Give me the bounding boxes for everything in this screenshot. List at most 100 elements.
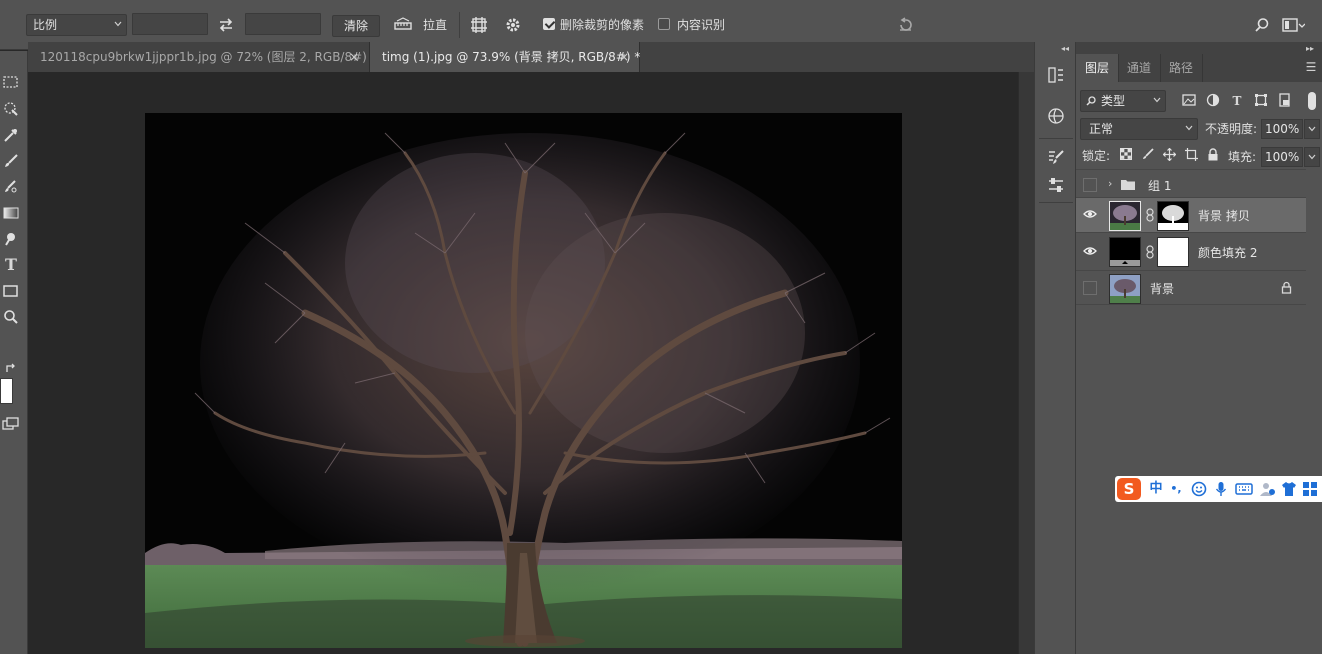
chevron-down-icon <box>1308 126 1316 132</box>
dodge-tool-icon[interactable] <box>0 228 22 250</box>
ime-mode-toggle[interactable]: 中 <box>1147 479 1165 499</box>
shirt-icon[interactable] <box>1281 479 1297 499</box>
zoom-tool-icon[interactable] <box>0 306 22 328</box>
divider <box>1039 138 1073 139</box>
tab-layers[interactable]: 图层 <box>1076 54 1120 82</box>
link-icon[interactable] <box>1146 208 1154 222</box>
screen-mode-icon[interactable] <box>0 413 22 435</box>
crop-ratio-label: 比例 <box>33 18 58 32</box>
crop-ratio-select[interactable]: 比例 <box>26 14 127 36</box>
collapse-arrows-icon[interactable]: ▸▸ <box>1306 44 1314 53</box>
visibility-toggle[interactable] <box>1083 178 1097 192</box>
pixel-filter-icon[interactable] <box>1181 93 1197 109</box>
layer-mask-thumbnail[interactable] <box>1157 237 1189 267</box>
type-tool-icon[interactable]: T <box>0 254 22 276</box>
filter-toggle-switch[interactable] <box>1308 92 1316 110</box>
keyboard-icon[interactable] <box>1235 479 1253 499</box>
clear-button[interactable]: 清除 <box>332 15 380 37</box>
close-icon[interactable]: × <box>619 42 629 72</box>
quick-selection-tool-icon[interactable] <box>0 98 22 120</box>
tab-title: 120118cpu9brkw1jjppr1b.jpg @ 72% (图层 2, … <box>40 50 377 64</box>
straighten-label[interactable]: 拉直 <box>423 17 447 33</box>
eyedropper-tool-icon[interactable] <box>0 124 22 146</box>
content-aware-label[interactable]: 内容识别 <box>677 17 725 33</box>
layer-row-background[interactable]: 背景 <box>1076 271 1306 305</box>
rectangle-tool-icon[interactable] <box>0 280 22 302</box>
tab-channels[interactable]: 通道 <box>1118 54 1162 82</box>
panel-header <box>1076 42 1322 54</box>
crop-height-input[interactable] <box>245 13 321 35</box>
history-icon[interactable] <box>1045 64 1067 86</box>
ime-toolbar: S 中 •, <box>1115 476 1322 502</box>
straighten-icon[interactable] <box>392 15 414 35</box>
blend-mode-select[interactable]: 正常 <box>1080 118 1198 140</box>
lock-icon[interactable] <box>1280 281 1292 295</box>
delete-cropped-pixels-label[interactable]: 删除裁剪的像素 <box>560 17 644 33</box>
brush-tool-icon[interactable] <box>0 150 22 172</box>
opacity-input[interactable]: 100% <box>1261 119 1303 139</box>
shape-filter-icon[interactable] <box>1253 93 1269 109</box>
grid-overlay-icon[interactable] <box>469 15 489 35</box>
layers-list: › 组 1 背景 拷贝 颜色填充 2 背景 <box>1076 172 1306 312</box>
grid-icon[interactable] <box>1302 479 1318 499</box>
eye-icon[interactable] <box>1083 208 1097 222</box>
punctuation-toggle[interactable]: •, <box>1168 479 1184 499</box>
collapse-arrows-icon[interactable]: ◂◂ <box>1061 44 1069 53</box>
marquee-tool-icon[interactable] <box>0 71 22 93</box>
brush-presets-icon[interactable] <box>1045 146 1067 168</box>
content-aware-checkbox[interactable] <box>658 18 670 30</box>
foreground-color-swatch[interactable] <box>0 378 13 404</box>
user-icon[interactable] <box>1259 479 1277 499</box>
search-icon <box>1086 96 1096 106</box>
adjustment-filter-icon[interactable] <box>1205 93 1221 109</box>
sogou-logo[interactable]: S <box>1117 478 1141 500</box>
chevron-down-icon <box>1308 154 1316 160</box>
panel-menu-icon[interactable]: ☰ <box>1304 60 1318 74</box>
fill-dropdown[interactable] <box>1304 147 1320 167</box>
chevron-right-icon[interactable]: › <box>1108 177 1116 191</box>
lock-all-icon[interactable] <box>1205 148 1221 164</box>
layer-name: 背景 拷贝 <box>1198 209 1250 223</box>
gear-icon[interactable] <box>503 15 523 35</box>
clone-stamp-tool-icon[interactable] <box>0 176 22 198</box>
fill-input[interactable]: 100% <box>1261 147 1303 167</box>
filter-kind-label: 类型 <box>1101 94 1126 108</box>
microphone-icon[interactable] <box>1213 479 1229 499</box>
3d-icon[interactable] <box>1045 105 1067 127</box>
smart-object-filter-icon[interactable] <box>1277 93 1293 109</box>
link-icon[interactable] <box>1146 245 1154 259</box>
layer-mask-thumbnail[interactable] <box>1157 201 1189 231</box>
type-filter-icon[interactable]: T <box>1229 93 1245 109</box>
search-icon[interactable] <box>1252 15 1272 35</box>
lock-position-icon[interactable] <box>1161 147 1177 164</box>
document-tab-1[interactable]: 120118cpu9brkw1jjppr1b.jpg @ 72% (图层 2, … <box>28 42 377 72</box>
close-icon[interactable]: × <box>349 42 359 72</box>
opacity-dropdown[interactable] <box>1304 119 1320 139</box>
swap-icon[interactable] <box>216 15 236 35</box>
document-tab-2[interactable]: timg (1).jpg @ 73.9% (背景 拷贝, RGB/8#) * × <box>370 42 640 72</box>
tab-paths[interactable]: 路径 <box>1160 54 1204 82</box>
gradient-tool-icon[interactable] <box>0 202 22 224</box>
visibility-toggle[interactable] <box>1083 281 1097 295</box>
lock-artboard-icon[interactable] <box>1183 148 1199 164</box>
layer-name: 颜色填充 2 <box>1198 246 1258 260</box>
collapsed-panel-dock: ◂◂ <box>1034 42 1076 654</box>
layer-row-group-1[interactable]: › 组 1 <box>1076 172 1306 198</box>
lock-transparent-pixels-icon[interactable] <box>1118 148 1134 164</box>
reset-icon[interactable] <box>896 15 916 35</box>
vertical-scrollbar[interactable] <box>1018 72 1034 654</box>
adjustments-icon[interactable] <box>1045 174 1067 196</box>
eye-icon[interactable] <box>1083 245 1097 259</box>
layer-row-background-copy[interactable]: 背景 拷贝 <box>1076 198 1306 233</box>
layer-row-color-fill-2[interactable]: 颜色填充 2 <box>1076 233 1306 271</box>
swap-colors-icon[interactable] <box>0 357 22 379</box>
emoji-icon[interactable] <box>1191 479 1207 499</box>
crop-width-input[interactable] <box>132 13 208 35</box>
fill-layer-thumbnail <box>1109 237 1141 267</box>
delete-cropped-pixels-checkbox[interactable] <box>543 18 555 30</box>
document-image[interactable] <box>145 113 902 648</box>
workspace-icon[interactable] <box>1280 15 1306 35</box>
lock-image-pixels-icon[interactable] <box>1140 148 1156 164</box>
layer-thumbnail <box>1109 201 1141 231</box>
layer-filter-select[interactable]: 类型 <box>1080 90 1166 112</box>
